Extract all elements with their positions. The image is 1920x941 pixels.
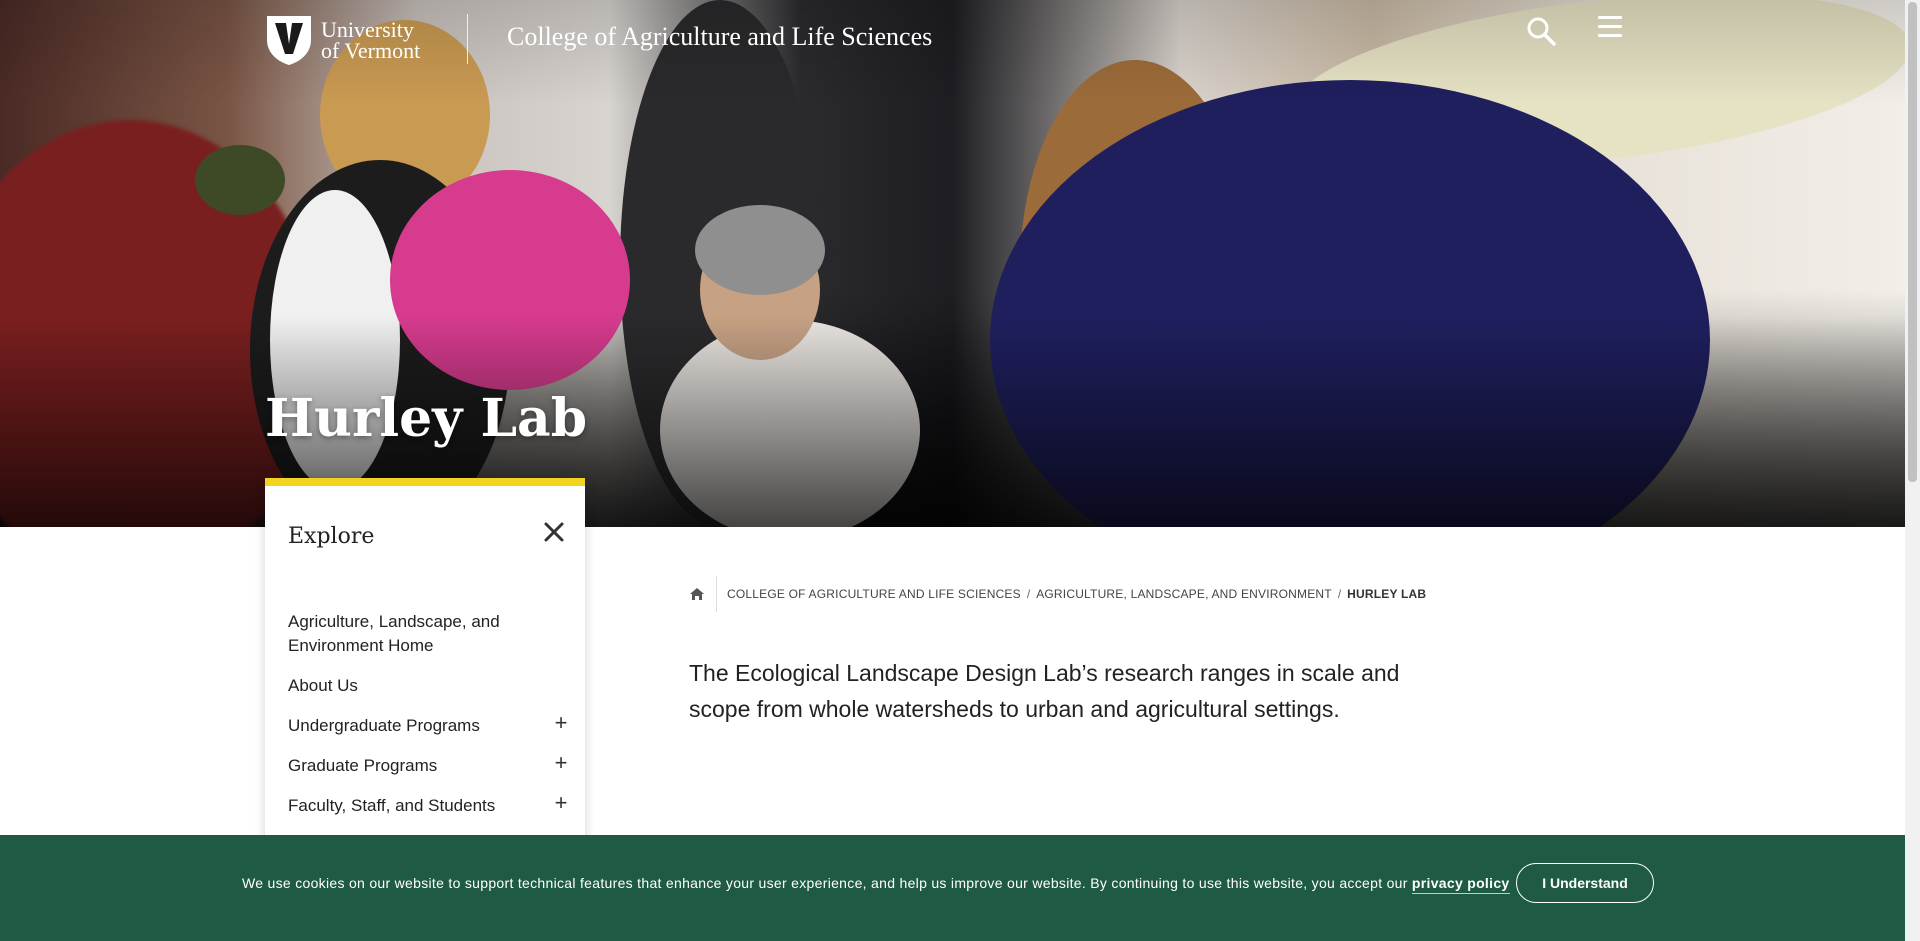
privacy-policy-link[interactable]: privacy policy bbox=[1411, 875, 1510, 894]
explore-item-people[interactable]: Faculty, Staff, and Students + bbox=[288, 792, 571, 818]
uvm-shield-icon bbox=[265, 14, 313, 66]
intro-paragraph: The Ecological Landscape Design Lab’s re… bbox=[689, 660, 1400, 722]
university-line2: of Vermont bbox=[321, 38, 421, 63]
explore-item-graduate[interactable]: Graduate Programs + bbox=[288, 752, 571, 778]
breadcrumb-separator: / bbox=[1337, 587, 1342, 601]
breadcrumb-item-current: Hurley Lab bbox=[1347, 587, 1427, 601]
close-icon[interactable] bbox=[542, 520, 566, 544]
search-icon[interactable] bbox=[1526, 16, 1556, 46]
cookie-banner: We use cookies on our website to support… bbox=[0, 835, 1905, 941]
explore-panel: Explore Agriculture, Landscape, and Envi… bbox=[265, 478, 585, 886]
page-title: Hurley Lab bbox=[265, 388, 588, 449]
header-divider bbox=[467, 14, 468, 64]
scrollbar-thumb[interactable] bbox=[1908, 2, 1917, 482]
explore-item-about[interactable]: About Us bbox=[288, 674, 568, 698]
plus-icon[interactable]: + bbox=[551, 752, 571, 774]
cookie-message: We use cookies on our website to support… bbox=[242, 875, 1510, 894]
explore-item-label: Agriculture, Landscape, and Environment … bbox=[288, 612, 500, 655]
explore-item-label: Undergraduate Programs bbox=[288, 716, 480, 735]
plus-icon[interactable]: + bbox=[551, 792, 571, 814]
plus-icon[interactable]: + bbox=[551, 712, 571, 734]
accept-cookies-button[interactable]: I Understand bbox=[1516, 863, 1654, 903]
explore-item-home[interactable]: Agriculture, Landscape, and Environment … bbox=[288, 610, 568, 658]
university-wordmark: University of Vermont bbox=[321, 19, 421, 63]
explore-nav-list: Agriculture, Landscape, and Environment … bbox=[288, 610, 568, 834]
breadcrumb-item-department[interactable]: Agriculture, Landscape, and Environment bbox=[1036, 587, 1332, 601]
explore-item-label: Faculty, Staff, and Students bbox=[288, 796, 496, 815]
hamburger-menu-icon[interactable] bbox=[1598, 16, 1622, 40]
home-icon[interactable] bbox=[689, 586, 705, 602]
cookie-text: We use cookies on our website to support… bbox=[242, 875, 1408, 891]
explore-item-undergraduate[interactable]: Undergraduate Programs + bbox=[288, 712, 571, 738]
uvm-logo-link[interactable]: University of Vermont bbox=[265, 14, 420, 66]
breadcrumb: College of Agriculture and Life Sciences… bbox=[689, 576, 1426, 612]
breadcrumb-separator: / bbox=[1026, 587, 1031, 601]
hero-banner: University of Vermont College of Agricul… bbox=[0, 0, 1905, 527]
breadcrumb-item-college[interactable]: College of Agriculture and Life Sciences bbox=[727, 587, 1021, 601]
explore-item-label: Graduate Programs bbox=[288, 756, 438, 775]
explore-heading: Explore bbox=[288, 524, 375, 549]
breadcrumb-divider bbox=[716, 576, 717, 612]
page-scrollbar[interactable] bbox=[1905, 0, 1920, 941]
college-name-link[interactable]: College of Agriculture and Life Sciences bbox=[507, 22, 932, 52]
explore-item-label: About Us bbox=[288, 676, 358, 695]
